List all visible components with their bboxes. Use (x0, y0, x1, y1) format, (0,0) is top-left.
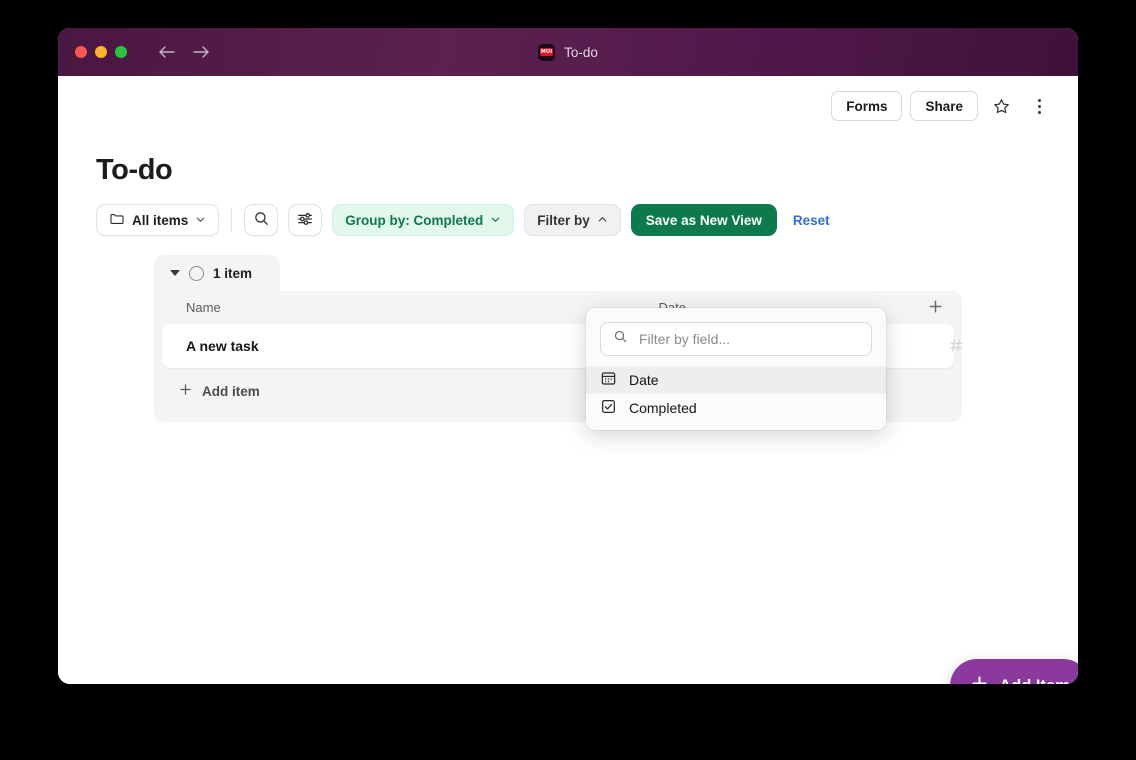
chevron-up-icon (597, 213, 608, 228)
view-settings-button[interactable] (288, 204, 322, 236)
circle-empty-icon (189, 266, 204, 281)
group-header[interactable]: 1 item (154, 255, 280, 291)
filter-option-label: Date (629, 372, 659, 388)
window-title-group: MUI To-do (58, 28, 1078, 76)
plus-icon (970, 674, 989, 684)
filter-by-label: Filter by (537, 213, 590, 228)
plus-icon (178, 382, 193, 400)
row-name-cell[interactable]: A new task (186, 338, 550, 354)
row-number-cell[interactable] (948, 337, 965, 359)
filter-field-search-input[interactable] (637, 330, 859, 348)
filter-option-date[interactable]: Date (586, 366, 886, 394)
column-header-name[interactable]: Name (186, 300, 556, 315)
filter-by-chip[interactable]: Filter by (524, 204, 621, 236)
chevron-down-icon (195, 213, 206, 228)
favicon-icon: MUI (538, 44, 555, 61)
filter-by-popup: Date Completed (586, 308, 886, 430)
calendar-icon (600, 370, 617, 390)
search-button[interactable] (244, 204, 278, 236)
maximize-window-button[interactable] (115, 46, 127, 58)
add-column-button[interactable] (927, 298, 944, 318)
all-items-label: All items (132, 213, 188, 228)
minimize-window-button[interactable] (95, 46, 107, 58)
screen: MUI To-do Forms Share To-do (0, 0, 1136, 760)
page-actions-bar: Forms Share (58, 76, 1078, 136)
group-by-label: Group by: Completed (345, 213, 483, 228)
share-button[interactable]: Share (910, 91, 978, 121)
forms-button[interactable]: Forms (831, 91, 902, 121)
folder-icon (109, 211, 125, 230)
forward-arrow-icon[interactable] (191, 44, 211, 60)
view-toolbar: All items (96, 203, 1078, 237)
add-item-fab[interactable]: Add Item (950, 659, 1078, 684)
close-window-button[interactable] (75, 46, 87, 58)
app-page: Forms Share To-do All items (58, 76, 1078, 684)
add-item-fab-label: Add Item (999, 677, 1070, 685)
browser-window: MUI To-do Forms Share To-do (58, 28, 1078, 684)
search-icon (253, 210, 270, 230)
star-outline-icon[interactable] (986, 91, 1016, 121)
search-icon (613, 329, 628, 349)
add-item-inline-button[interactable]: Add item (178, 374, 260, 408)
save-as-new-view-button[interactable]: Save as New View (631, 204, 777, 236)
sliders-icon (296, 210, 314, 231)
toolbar-divider (231, 208, 232, 232)
window-titlebar: MUI To-do (58, 28, 1078, 76)
traffic-lights (75, 46, 127, 58)
navigation-arrows (157, 44, 211, 60)
more-vertical-icon[interactable] (1024, 91, 1054, 121)
add-item-label: Add item (202, 384, 260, 399)
all-items-view-selector[interactable]: All items (96, 204, 219, 236)
filter-option-label: Completed (629, 400, 697, 416)
checkbox-icon (600, 398, 617, 418)
back-arrow-icon[interactable] (157, 44, 177, 60)
page-title: To-do (96, 154, 1078, 187)
reset-link[interactable]: Reset (793, 213, 830, 228)
favicon-label: MUI (540, 48, 553, 56)
caret-down-icon[interactable] (170, 270, 180, 276)
chevron-down-icon (490, 213, 501, 228)
filter-field-search[interactable] (600, 322, 872, 356)
group-count-label: 1 item (213, 266, 252, 281)
window-title: To-do (564, 45, 598, 60)
filter-option-completed[interactable]: Completed (586, 394, 886, 422)
group-by-chip[interactable]: Group by: Completed (332, 204, 514, 236)
